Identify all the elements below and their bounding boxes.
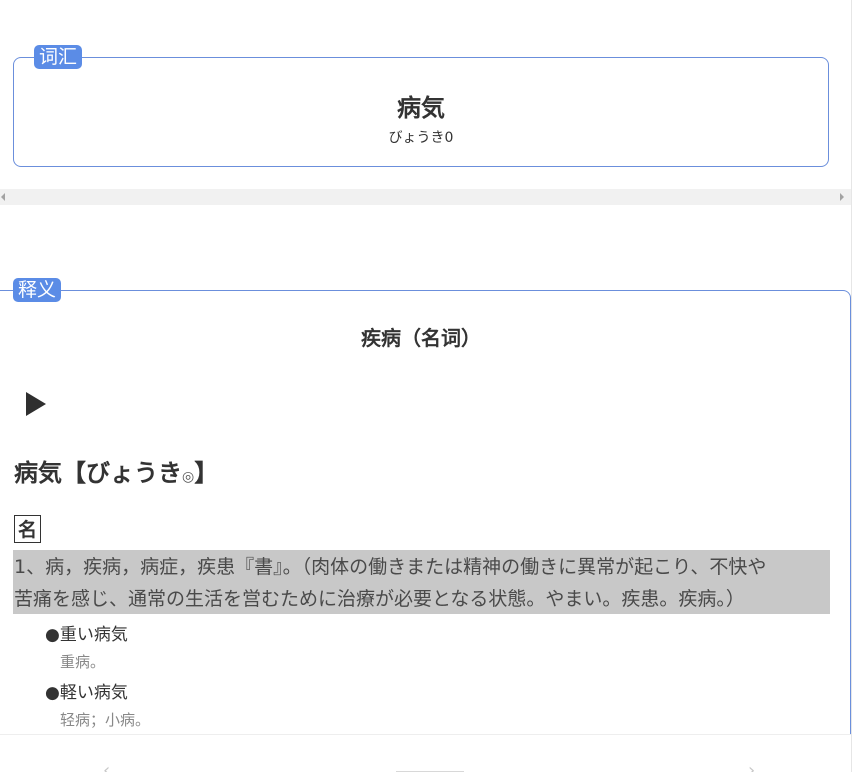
prev-page-icon[interactable]: ‹	[103, 761, 110, 772]
pitch-accent-mark: ◎	[182, 469, 195, 485]
vocab-section-tag: 词汇	[34, 45, 83, 69]
definition-title: 疾病（名词）	[361, 326, 481, 350]
arrow-right-icon[interactable]	[840, 193, 844, 201]
headword-text: 病気【びょうき	[14, 459, 182, 487]
definition-section-tag: 释义	[13, 278, 62, 302]
bottom-nav-bar: ‹ ›	[0, 734, 851, 772]
sense-definition: 1、病，疾病，病症，疾患『書』。（肉体の働きまたは精神の働きに異常が起こり、不快…	[13, 550, 830, 614]
horizontal-scrollbar[interactable]	[0, 189, 851, 205]
example-translation: 轻病；小病。	[60, 711, 151, 729]
example-sentence: ●重い病気	[45, 625, 128, 645]
arrow-left-icon[interactable]	[1, 193, 5, 201]
example-sentence: ●軽い病気	[45, 683, 128, 703]
dictionary-page: 词汇 病気 びょうき0 释义 疾病（名词） 病気【びょうき◎】 名 1、病，疾病…	[0, 0, 854, 772]
part-of-speech-badge: 名	[14, 515, 42, 543]
next-page-icon[interactable]: ›	[748, 761, 755, 772]
vocab-word: 病気	[397, 94, 445, 122]
play-icon[interactable]	[26, 392, 46, 416]
sense-line-2: 苦痛を感じ、通常の生活を営むために治療が必要となる状態。やまい。疾患。疾病。）	[14, 588, 745, 610]
sense-line-1: 1、病，疾病，病症，疾患『書』。（肉体の働きまたは精神の働きに異常が起こり、不快…	[14, 556, 767, 578]
example-translation: 重病。	[60, 653, 106, 671]
vocab-reading: びょうき0	[388, 130, 454, 146]
headword: 病気【びょうき◎】	[14, 453, 218, 488]
headword-close-bracket: 】	[194, 459, 219, 487]
page-edge-divider	[851, 0, 852, 772]
